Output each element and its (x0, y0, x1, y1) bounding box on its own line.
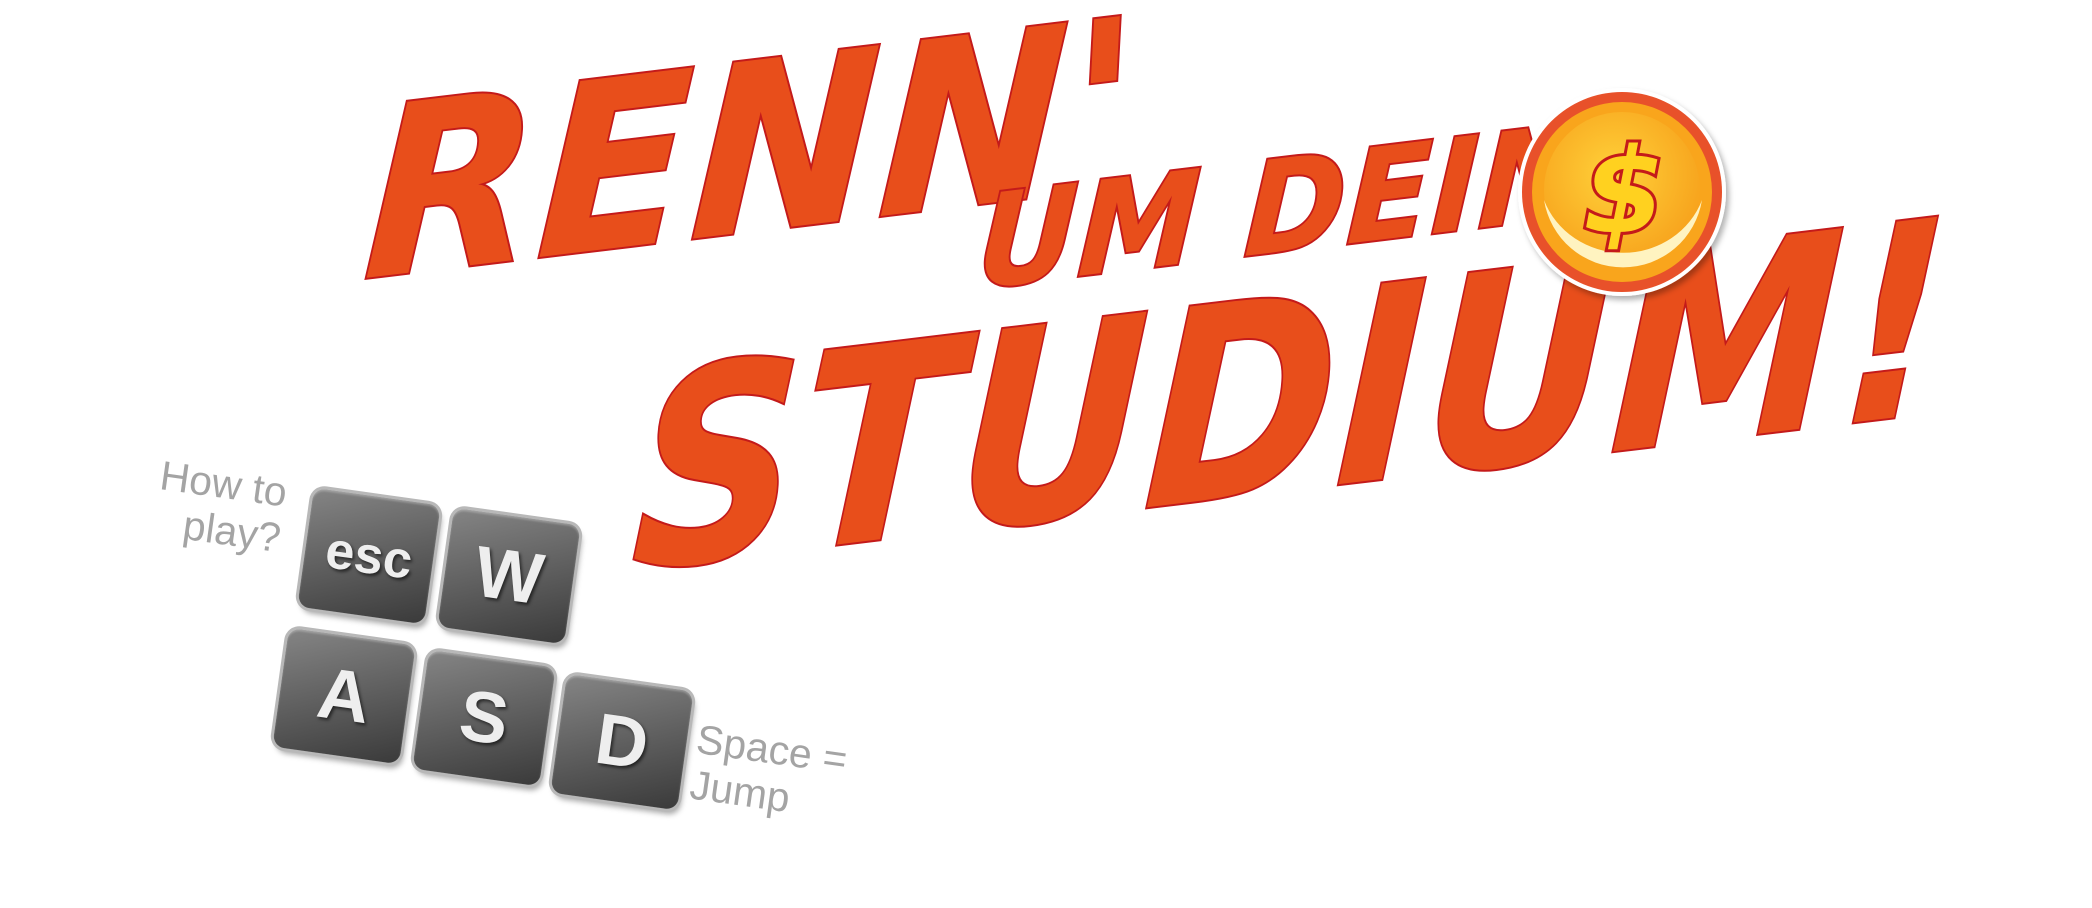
esc-key: esc (297, 487, 441, 625)
title-screen: RENN' UM DEIN STUDIUM! $ How to play? es… (0, 0, 2092, 908)
dollar-coin-icon: $ (1512, 82, 1736, 306)
coin-symbol: $ (1583, 122, 1665, 260)
d-key: D (550, 673, 694, 811)
d-key-label: D (590, 698, 654, 786)
s-key-label: S (454, 675, 514, 761)
w-key: W (437, 507, 581, 645)
w-key-label: W (469, 531, 549, 621)
how-to-play-label: How to play? (157, 452, 290, 562)
esc-key-label: esc (321, 521, 416, 591)
s-key: S (412, 649, 556, 787)
jump-hint: Space = Jump (687, 716, 851, 822)
a-key: A (272, 627, 416, 765)
a-key-label: A (312, 652, 376, 740)
